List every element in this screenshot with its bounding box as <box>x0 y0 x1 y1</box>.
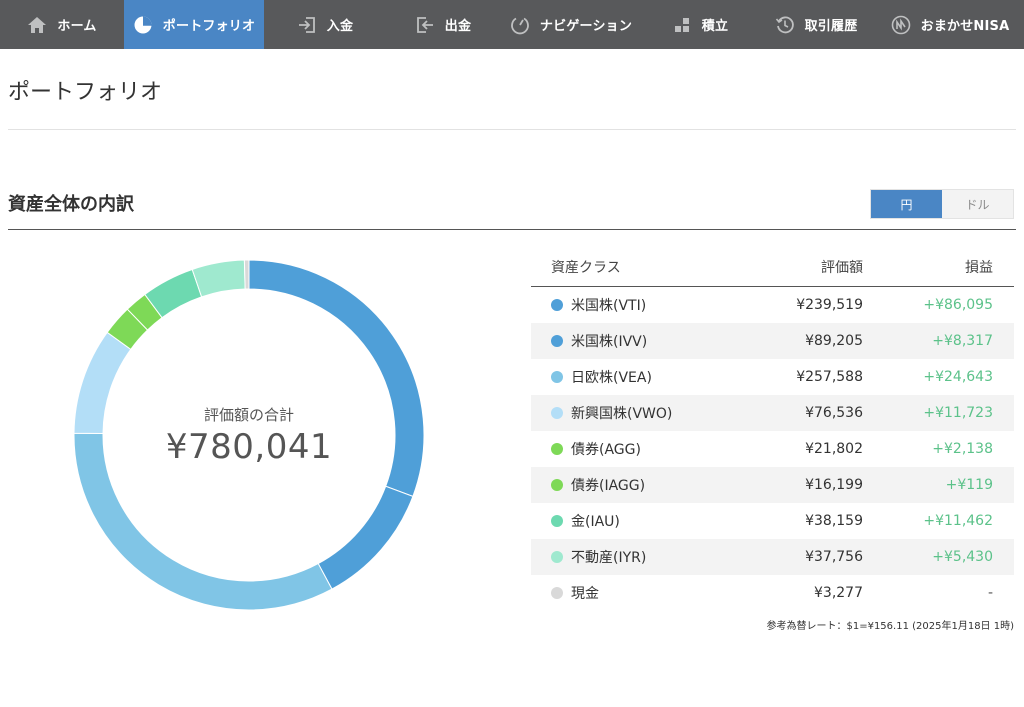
deposit-icon <box>297 15 317 35</box>
total-label: 評価額の合計 <box>203 406 294 424</box>
section-title: 資産全体の内訳 <box>8 194 134 215</box>
nav-label: ホーム <box>57 19 97 34</box>
asset-class-cell: 新興国株(VWO) <box>531 403 781 423</box>
legend-dot <box>551 335 563 347</box>
value-cell: ¥16,199 <box>805 477 863 493</box>
value-cell: ¥257,588 <box>796 369 863 385</box>
donut-slice <box>243 259 250 290</box>
nisa-icon <box>891 15 911 35</box>
nav-item-deposit[interactable]: 入金 <box>280 0 370 49</box>
nav-item-navigation[interactable]: ナビゲーション <box>498 0 644 49</box>
nav-label: 積立 <box>701 19 729 34</box>
donut-center: 評価額の合計 ¥780,041 <box>70 404 428 467</box>
page-title: ポートフォリオ <box>8 80 163 105</box>
nav-label: 入金 <box>326 19 354 34</box>
exchange-rate-note: 参考為替レート：$1=¥156.11 (2025年1月18日 1時) <box>766 621 1014 632</box>
value-cell: ¥38,159 <box>805 513 863 529</box>
nav-label: 取引履歴 <box>804 19 858 34</box>
table-row: 新興国株(VWO) ¥76,536 +¥11,723 <box>531 395 1014 431</box>
table-row: 米国株(VTI) ¥239,519 +¥86,095 <box>531 287 1014 323</box>
history-icon <box>775 15 795 35</box>
table-body: 米国株(VTI) ¥239,519 +¥86,095 米国株(IVV) ¥89,205 +… <box>531 287 1014 611</box>
asset-name: 金(IAU) <box>571 514 620 530</box>
asset-name: 新興国株(VWO) <box>571 406 673 422</box>
value-cell: ¥76,536 <box>805 405 863 421</box>
asset-name: 債券(IAGG) <box>571 478 646 494</box>
profit-loss-cell: +¥8,317 <box>932 333 993 349</box>
total-value: ¥780,041 <box>165 427 333 467</box>
asset-name: 日欧株(VEA) <box>571 370 652 386</box>
withdraw-icon <box>415 15 435 35</box>
nav-item-withdraw[interactable]: 出金 <box>398 0 488 49</box>
table-row: 金(IAU) ¥38,159 +¥11,462 <box>531 503 1014 539</box>
nav-item-nisa[interactable]: おまかせNISA <box>876 0 1024 49</box>
asset-name: 債券(AGG) <box>571 442 641 458</box>
nav-label: ナビゲーション <box>539 19 633 34</box>
profit-loss-cell: +¥5,430 <box>932 549 993 565</box>
value-cell: ¥239,519 <box>796 297 863 313</box>
profit-loss-cell: +¥2,138 <box>932 441 993 457</box>
legend-dot <box>551 407 563 419</box>
profit-loss-cell: +¥11,723 <box>923 405 993 421</box>
table-row: 債券(IAGG) ¥16,199 +¥119 <box>531 467 1014 503</box>
table-row: 日欧株(VEA) ¥257,588 +¥24,643 <box>531 359 1014 395</box>
asset-name: 米国株(VTI) <box>571 298 647 314</box>
divider <box>8 229 1016 230</box>
asset-class-cell: 債券(IAGG) <box>531 475 781 495</box>
table-row: 現金 ¥3,277 - <box>531 575 1014 611</box>
asset-breakdown-table: 資産クラス 評価額 損益 米国株(VTI) ¥239,519 +¥86,095 米国株… <box>531 248 1014 611</box>
value-cell: ¥21,802 <box>805 441 863 457</box>
nav-label: 出金 <box>444 19 472 34</box>
asset-class-cell: 米国株(IVV) <box>531 331 781 351</box>
legend-dot <box>551 443 563 455</box>
donut-slice <box>191 259 246 298</box>
table-header: 資産クラス 評価額 損益 <box>531 248 1014 287</box>
home-icon <box>27 15 47 35</box>
table-row: 不動産(IYR) ¥37,756 +¥5,430 <box>531 539 1014 575</box>
asset-class-cell: 不動産(IYR) <box>531 547 781 567</box>
profit-loss-cell: +¥24,643 <box>923 369 993 385</box>
nav-item-portfolio[interactable]: ポートフォリオ <box>124 0 264 49</box>
table-row: 債券(AGG) ¥21,802 +¥2,138 <box>531 431 1014 467</box>
value-cell: ¥37,756 <box>805 549 863 565</box>
nav-label: ポートフォリオ <box>162 19 256 34</box>
profit-loss-cell: +¥86,095 <box>923 297 993 313</box>
profit-loss-cell: +¥11,462 <box>923 513 993 529</box>
asset-name: 米国株(IVV) <box>571 334 648 350</box>
legend-dot <box>551 299 563 311</box>
nav-item-accumulation[interactable]: 積立 <box>660 0 740 49</box>
legend-dot <box>551 479 563 491</box>
divider <box>8 129 1016 130</box>
nav-label: おまかせNISA <box>920 19 1010 34</box>
pie-chart-icon <box>133 15 153 35</box>
header-value: 評価額 <box>821 260 863 276</box>
nav-item-history[interactable]: 取引履歴 <box>764 0 868 49</box>
legend-dot <box>551 587 563 599</box>
asset-class-cell: 米国株(VTI) <box>531 295 781 315</box>
top-navigation: ホーム ポートフォリオ 入金 出金 ナビゲーション 積立 取引履歴 おまかせNI… <box>0 0 1024 49</box>
header-profit-loss: 損益 <box>965 260 993 276</box>
table-row: 米国株(IVV) ¥89,205 +¥8,317 <box>531 323 1014 359</box>
asset-class-cell: 金(IAU) <box>531 511 781 531</box>
donut-slice <box>317 485 414 590</box>
currency-toggle: 円 ドル <box>870 189 1014 219</box>
legend-dot <box>551 515 563 527</box>
value-cell: ¥3,277 <box>814 585 863 601</box>
asset-class-cell: 債券(AGG) <box>531 439 781 459</box>
value-cell: ¥89,205 <box>805 333 863 349</box>
header-asset-class: 資産クラス <box>551 260 621 276</box>
asset-name: 現金 <box>571 586 599 602</box>
nav-item-home[interactable]: ホーム <box>0 0 124 49</box>
profit-loss-cell: +¥119 <box>945 477 993 493</box>
yen-toggle-button[interactable]: 円 <box>871 190 942 218</box>
dollar-toggle-button[interactable]: ドル <box>942 190 1013 218</box>
asset-class-cell: 日欧株(VEA) <box>531 367 781 387</box>
legend-dot <box>551 551 563 563</box>
navigation-icon <box>510 15 530 35</box>
legend-dot <box>551 371 563 383</box>
asset-name: 不動産(IYR) <box>571 550 647 566</box>
asset-class-cell: 現金 <box>531 583 781 603</box>
profit-loss-cell: - <box>987 585 993 601</box>
accumulation-icon <box>672 15 692 35</box>
